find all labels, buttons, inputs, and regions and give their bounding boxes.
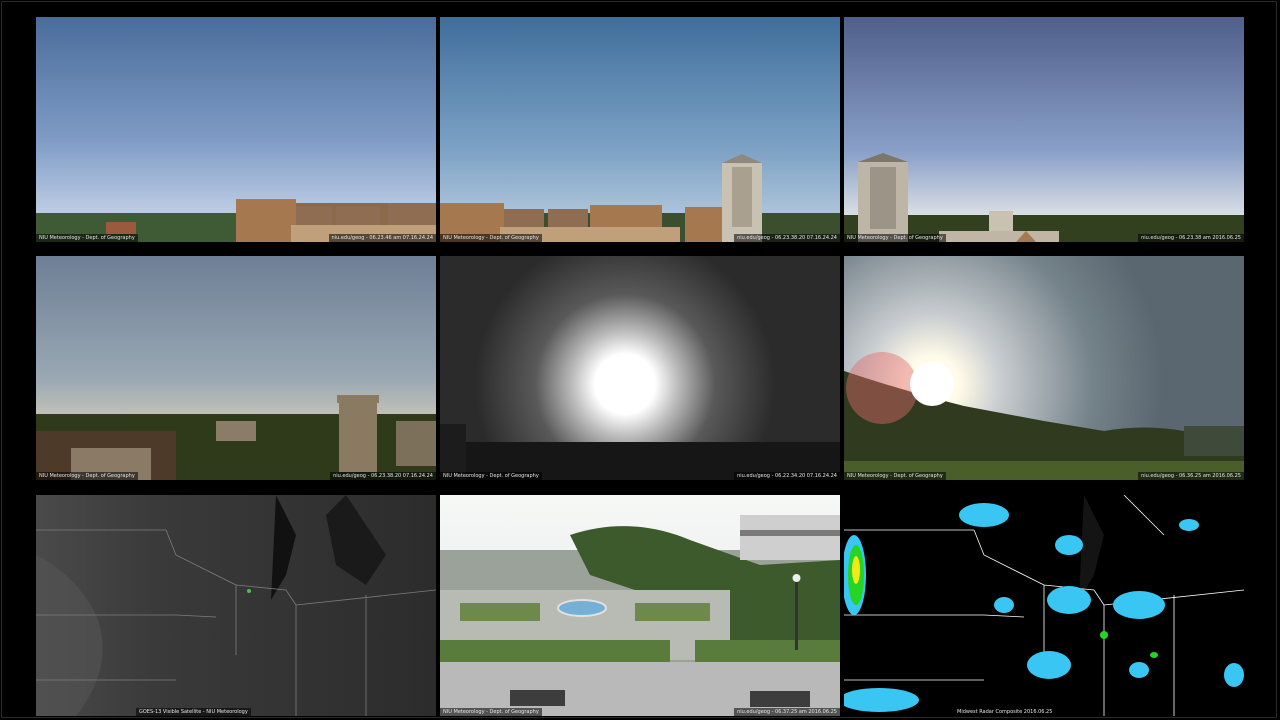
camera-timestamp: niu.edu/geog - 06.22.34.20 07.16.24.24 [734, 472, 840, 480]
camera-label: NIU Meteorology - Dept. of Geography [36, 234, 138, 242]
camera-label: NIU Meteorology - Dept. of Geography [844, 234, 946, 242]
webcam-tile-6[interactable]: NIU Meteorology - Dept. of Geography niu… [844, 256, 1244, 480]
camera-timestamp: niu.edu/geog - 06.23.38.20 07.16.24.24 [330, 472, 436, 480]
camera-label: NIU Meteorology - Dept. of Geography [36, 472, 138, 480]
webcam-tile-2[interactable]: NIU Meteorology - Dept. of Geography niu… [440, 17, 840, 242]
camera-label: NIU Meteorology - Dept. of Geography [844, 472, 946, 480]
satellite-tile[interactable]: GOES-13 Visible Satellite - NIU Meteorol… [36, 495, 436, 716]
webcam-image-7 [440, 495, 840, 716]
webcam-image-4 [36, 256, 436, 480]
webcam-tile-4[interactable]: NIU Meteorology - Dept. of Geography niu… [36, 256, 436, 480]
satellite-caption: GOES-13 Visible Satellite - NIU Meteorol… [136, 708, 251, 716]
camera-timestamp: niu.edu/geog - 06.36.25 am 2016.06.25 [1138, 472, 1244, 480]
webcam-tile-7[interactable]: NIU Meteorology - Dept. of Geography niu… [440, 495, 840, 716]
camera-label: NIU Meteorology - Dept. of Geography [440, 234, 542, 242]
camera-timestamp: niu.edu/geog - 06.37.25 am 2016.06.25 [734, 708, 840, 716]
webcam-tile-3[interactable]: NIU Meteorology - Dept. of Geography niu… [844, 17, 1244, 242]
webcam-image-3 [844, 17, 1244, 242]
camera-timestamp: niu.edu/geog - 06.23.46 am 07.16.24.24 [328, 234, 436, 242]
camera-timestamp: niu.edu/geog - 06.23.38.20 07.16.24.24 [734, 234, 840, 242]
webcam-tile-1[interactable]: NIU Meteorology - Dept. of Geography niu… [36, 17, 436, 242]
satellite-image [36, 495, 436, 716]
radar-image [844, 495, 1244, 716]
webcam-image-5 [440, 256, 840, 480]
webcam-tile-5[interactable]: NIU Meteorology - Dept. of Geography niu… [440, 256, 840, 480]
radar-caption: Midwest Radar Composite 2016.06.25 [954, 708, 1056, 716]
webcam-image-1 [36, 17, 436, 242]
radar-echo-heavy [852, 556, 860, 584]
camera-label: NIU Meteorology - Dept. of Geography [440, 708, 542, 716]
radar-tile[interactable]: Midwest Radar Composite 2016.06.25 [844, 495, 1244, 716]
webcam-image-6 [844, 256, 1244, 480]
camera-label: NIU Meteorology - Dept. of Geography [440, 472, 542, 480]
webcam-image-2 [440, 17, 840, 242]
camera-timestamp: niu.edu/geog - 06.23.38 am 2016.06.25 [1138, 234, 1244, 242]
